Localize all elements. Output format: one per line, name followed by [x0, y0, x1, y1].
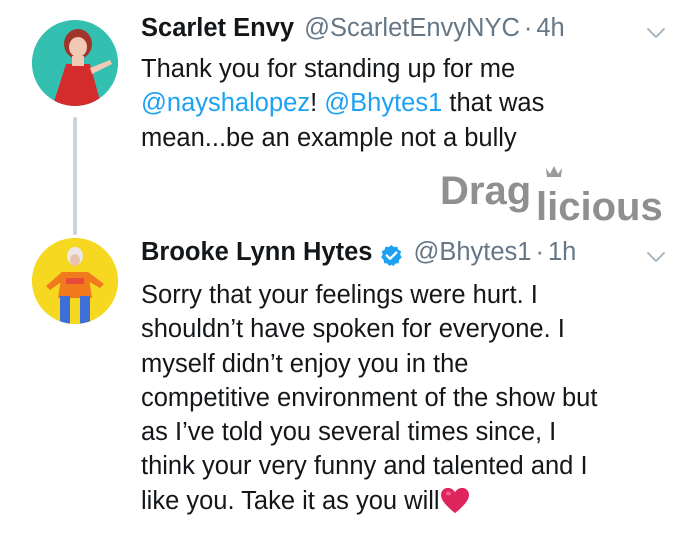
tweet-text-fragment: ! — [310, 89, 325, 118]
display-name[interactable]: Brooke Lynn Hytes — [141, 238, 372, 267]
tweet-text-line: myself didn’t enjoy you in the — [141, 349, 469, 378]
timestamp[interactable]: 1h — [548, 238, 576, 267]
tweet-text-line: Thank you for standing up for me — [141, 55, 516, 83]
tweet-text-line: as I’ve told you several times since, I — [141, 418, 557, 447]
timestamp[interactable]: 4h — [536, 14, 564, 43]
tweet-text-fragment: that was — [442, 89, 545, 118]
tweet-text-line: think your very funny and talented and I — [141, 452, 588, 481]
separator-dot: · — [535, 238, 544, 266]
mention-link[interactable]: @nayshalopez — [141, 89, 310, 117]
tweet-header: Brooke Lynn Hytes @Bhytes1 · 1h — [141, 238, 576, 272]
red-heart-icon — [440, 487, 469, 513]
verified-badge-icon — [381, 244, 403, 266]
tweet-text-line: @nayshalopez! @Bhytes1 that was — [141, 86, 676, 120]
handle[interactable]: @ScarletEnvyNYC — [304, 14, 520, 43]
handle[interactable]: @Bhytes1 — [413, 238, 531, 267]
avatar-brooke-lynn-hytes[interactable] — [32, 238, 118, 324]
watermark-text-a: Drag — [440, 169, 531, 213]
tweet-text-line: Sorry that your feelings were hurt. I — [141, 281, 538, 309]
tweet-header: Scarlet Envy @ScarletEnvyNYC · 4h — [141, 14, 565, 48]
tweet-text: Thank you for standing up for me @naysha… — [141, 52, 676, 155]
tweet-text-line: mean...be an example not a bully — [141, 123, 517, 152]
avatar-scarlet-envy[interactable] — [32, 20, 118, 106]
mention-link[interactable]: @Bhytes1 — [324, 89, 442, 117]
chevron-down-icon[interactable] — [646, 250, 666, 264]
separator-dot: · — [523, 14, 533, 42]
thread-connector-line — [73, 117, 77, 235]
tweet-text-line: competitive environment of the show but — [141, 383, 598, 412]
tweet-text: Sorry that your feelings were hurt. I sh… — [141, 278, 676, 518]
tweet-text-line: like you. Take it as you will — [141, 484, 676, 518]
tweet-text-fragment: like you. Take it as you will — [141, 486, 440, 515]
display-name[interactable]: Scarlet Envy — [141, 14, 294, 43]
watermark-text-b: licious — [536, 185, 663, 228]
chevron-down-icon[interactable] — [646, 26, 666, 40]
draglicious-watermark-logo: Drag licious — [440, 166, 663, 228]
tweet-text-line: shouldn’t have spoken for everyone. I — [141, 315, 565, 344]
